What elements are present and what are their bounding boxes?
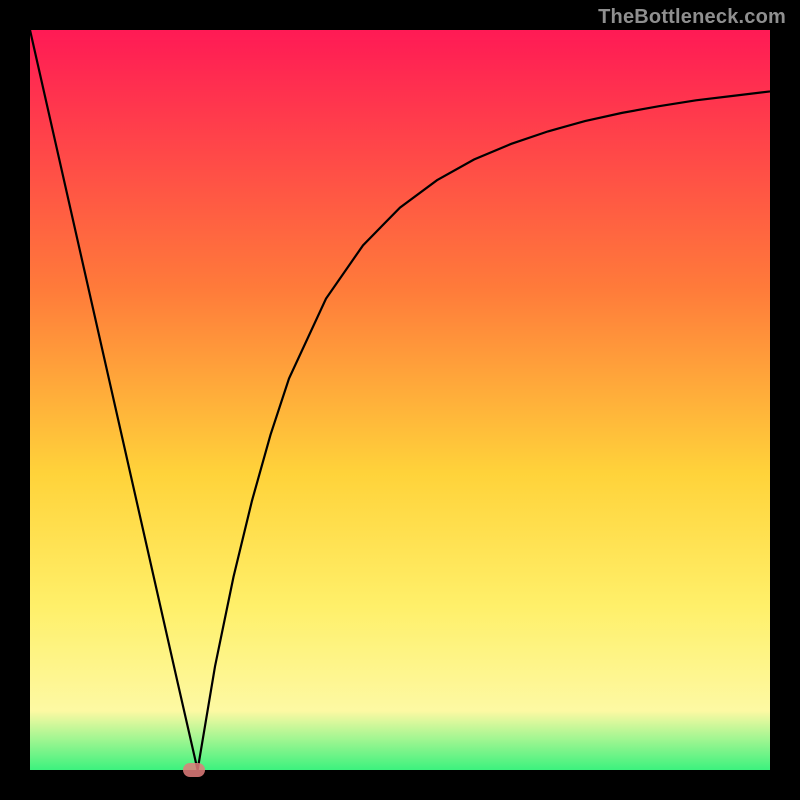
plot-area [30,30,770,770]
chart-container: TheBottleneck.com [0,0,800,800]
gradient-background [30,30,770,770]
watermark-text: TheBottleneck.com [598,6,786,29]
optimal-point-marker [183,763,205,777]
gradient-plot [30,30,770,770]
